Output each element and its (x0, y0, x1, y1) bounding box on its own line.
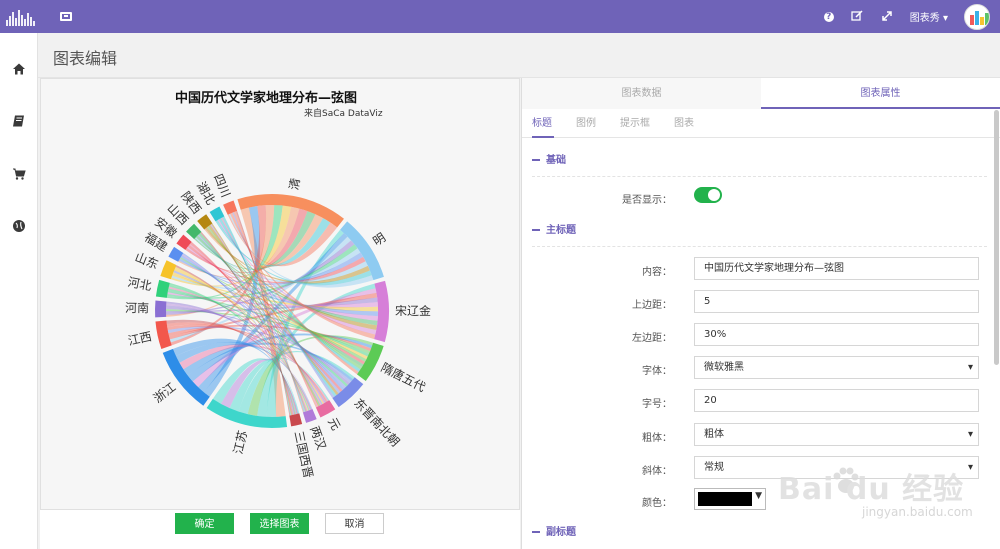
chord-arc-label: 隋唐五代 (379, 359, 429, 394)
chord-arc-label: 江西 (127, 329, 153, 348)
section-subtitle-label: 副标题 (546, 527, 576, 538)
tab-chart-data[interactable]: 图表数据 (522, 78, 761, 109)
chord-arc-7[interactable] (289, 413, 303, 427)
font-select[interactable]: 微软雅黑 (694, 356, 979, 379)
chord-arc-11[interactable] (155, 300, 167, 318)
content-input[interactable]: 中国历代文学家地理分布—弦图 (694, 257, 979, 280)
chord-arc-label: 明 (370, 230, 388, 248)
chart-subtitle: 来自SaCa DataViz (304, 109, 383, 119)
font-label: 字体： (642, 366, 672, 377)
chord-arc-label: 河南 (125, 300, 149, 315)
chord-arc-label: 清 (287, 177, 303, 191)
section-main-title-label: 主标题 (546, 225, 576, 236)
chord-arc-label: 元 (325, 415, 343, 432)
edit-icon[interactable] (850, 9, 864, 24)
section-subtitle[interactable]: 副标题 (532, 523, 576, 538)
collapse-icon (532, 159, 540, 161)
italic-select-value: 常规 (704, 462, 724, 473)
subtab-legend[interactable]: 图例 (576, 110, 596, 138)
cancel-button[interactable]: 取消 (325, 513, 384, 534)
italic-label: 斜体： (642, 466, 672, 477)
page-title: 图表编辑 (53, 49, 118, 68)
top-margin-input[interactable]: 5 (694, 290, 979, 313)
avatar[interactable] (964, 3, 990, 30)
chord-links (166, 205, 378, 417)
subtab-title[interactable]: 标题 (532, 110, 554, 138)
bold-label: 粗体： (642, 433, 672, 444)
chord-arc-label: 浙江 (151, 380, 179, 406)
show-title-toggle[interactable] (694, 187, 722, 203)
show-label: 是否显示： (622, 195, 672, 206)
font-select-value: 微软雅黑 (704, 362, 744, 373)
section-basic-label: 基础 (546, 155, 566, 166)
collapse-icon (532, 229, 540, 231)
chord-arc-label: 东晋南北朝 (351, 395, 403, 449)
collapse-icon (532, 531, 540, 533)
select-chart-button[interactable]: 选择图表 (250, 513, 309, 534)
content-label: 内容： (642, 267, 672, 278)
chord-arc-label: 两汉 (307, 424, 328, 451)
color-picker[interactable]: ▼ (694, 488, 766, 510)
chord-arc-label: 山东 (133, 250, 160, 272)
help-icon[interactable]: ? (823, 11, 834, 22)
user-menu[interactable]: 图表秀 ▾ (910, 9, 948, 24)
panel-tabs: 图表数据 图表属性 (522, 78, 1000, 109)
app-logo-icon[interactable] (6, 8, 40, 26)
chord-arc-label: 宋辽金 (395, 303, 431, 318)
globe-icon[interactable] (11, 219, 27, 235)
sidebar (0, 33, 38, 549)
watermark-text: Bai du 经验 (778, 472, 965, 507)
font-size-input[interactable]: 20 (694, 389, 979, 412)
chord-chart[interactable]: 清明宋辽金隋唐五代东晋南北朝元两汉三国西晋江苏浙江江西河南河北山东福建安徽山西陕… (41, 79, 521, 511)
divider (532, 246, 987, 247)
chord-arc-label: 河北 (127, 275, 153, 293)
chart-preview-panel: 清明宋辽金 隋唐五代 东晋南北朝元两汉 三国西晋 江苏 浙江 江西 河南 河北 山东 福建 安徽 山西陕… (40, 78, 520, 510)
chord-arc-label: 江苏 (231, 429, 250, 456)
fullscreen-icon[interactable] (880, 10, 894, 24)
color-label: 颜色： (642, 498, 672, 509)
book-icon[interactable] (11, 114, 27, 130)
section-main-title[interactable]: 主标题 (532, 221, 576, 236)
divider (532, 176, 987, 177)
size-label: 字号： (642, 399, 672, 410)
left-margin-label: 左边距： (632, 333, 672, 344)
panel-scrollbar[interactable] (994, 110, 999, 365)
tab-chart-properties[interactable]: 图表属性 (761, 78, 1000, 109)
left-margin-input[interactable]: 30% (694, 323, 979, 346)
menu-toggle-icon[interactable] (60, 12, 72, 21)
confirm-button[interactable]: 确定 (175, 513, 234, 534)
property-sub-tabs: 标题 图例 提示框 图表 (522, 110, 1000, 138)
section-basic[interactable]: 基础 (532, 151, 566, 166)
watermark-url: jingyan.baidu.com (862, 505, 973, 519)
top-bar: ? 图表秀 ▾ (0, 0, 1000, 33)
chart-title: 中国历代文学家地理分布—弦图 (174, 91, 357, 106)
bold-select-value: 粗体 (704, 429, 724, 440)
subtab-tooltip[interactable]: 提示框 (620, 110, 650, 138)
action-bar: 确定 选择图表 取消 (40, 510, 520, 549)
cart-icon[interactable] (11, 167, 27, 183)
color-swatch (698, 492, 752, 506)
top-margin-label: 上边距： (632, 300, 672, 311)
home-icon[interactable] (11, 62, 27, 78)
caret-down-icon: ▼ (755, 491, 762, 501)
subtab-chart[interactable]: 图表 (674, 110, 694, 138)
baidu-watermark: Bai du 经验 jingyan.baidu.com (772, 462, 982, 526)
bold-select[interactable]: 粗体 (694, 423, 979, 446)
